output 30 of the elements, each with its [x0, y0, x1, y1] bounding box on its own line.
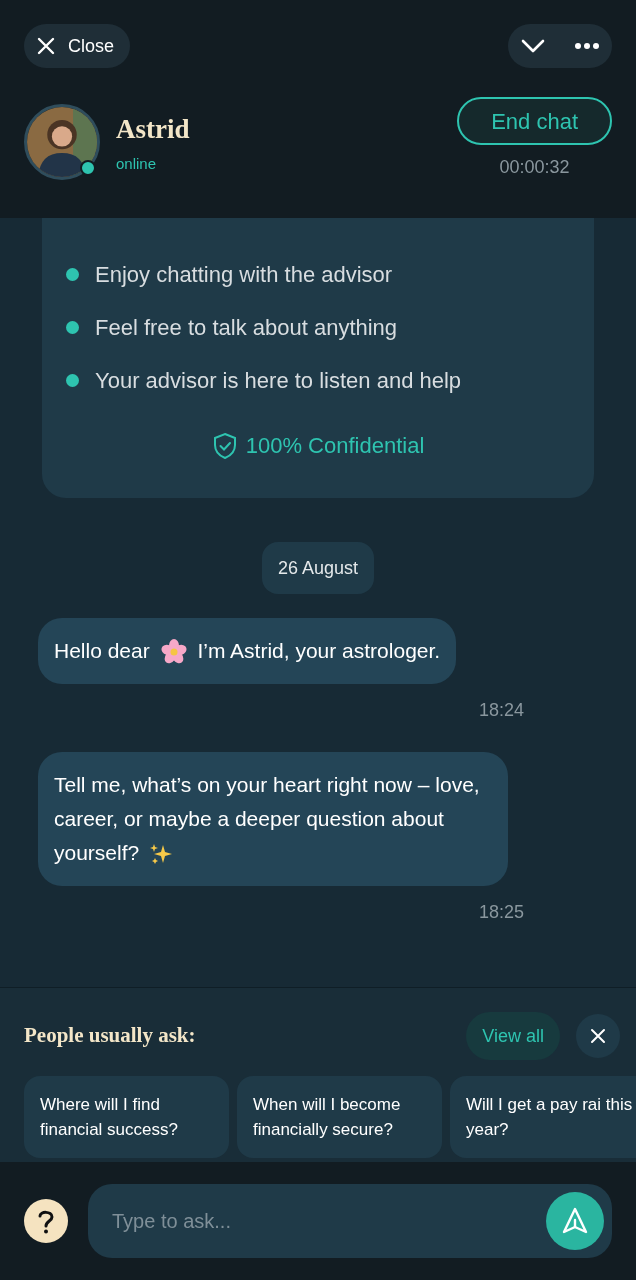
message-bubble: Hello dear I’m Astrid, your astrologer. [38, 618, 457, 684]
close-icon [590, 1028, 606, 1044]
chevron-down-icon[interactable] [520, 38, 546, 54]
date-label: 26 August [261, 542, 375, 594]
bullet-text: Feel free to talk about anything [95, 314, 398, 342]
help-icon[interactable] [24, 1199, 68, 1243]
shield-check-icon [211, 431, 238, 460]
close-button[interactable] [576, 1014, 620, 1058]
suggestion-chip[interactable]: Where will I find financial success? [24, 1076, 229, 1158]
confidential-label: 100% Confidential [245, 432, 425, 460]
send-button[interactable] [546, 1192, 604, 1250]
advisor-name: Astrid [116, 112, 190, 146]
send-icon [560, 1206, 590, 1236]
message-time: 18:24 [478, 699, 524, 722]
suggestions-title: People usually ask: [24, 1022, 196, 1050]
view-all-button[interactable]: View all [466, 1012, 560, 1060]
status-text: online [116, 154, 158, 174]
message-field[interactable]: Type to ask... [88, 1184, 612, 1258]
more-icon[interactable] [574, 42, 600, 50]
close-button[interactable]: Close [24, 24, 131, 68]
suggestion-chip[interactable]: Will I get a pay rai this year? [450, 1076, 636, 1158]
message-bubble: Tell me, what’s on your heart right now – love, career, or maybe a deeper question about yourself? [38, 752, 508, 886]
bullet-text: Your advisor is here to listen and help [95, 367, 462, 395]
close-icon [36, 36, 56, 56]
end-chat-button[interactable]: End chat [457, 97, 612, 145]
chat-timer: 00:00:32 [499, 156, 570, 179]
message-time: 18:25 [478, 901, 524, 924]
message-input[interactable]: Type to ask... [112, 1207, 546, 1235]
suggestion-chip[interactable]: When will I become financially secure? [237, 1076, 442, 1158]
bullet-text: Enjoy chatting with the advisor [95, 261, 393, 289]
